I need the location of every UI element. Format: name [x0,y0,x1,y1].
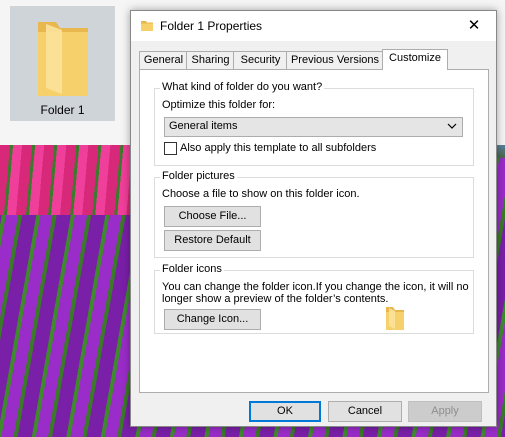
tab-security[interactable]: Security [233,51,288,69]
folder-icon [141,20,153,34]
close-button[interactable]: ✕ [452,11,496,41]
properties-dialog: Folder 1 Properties ✕ General Sharing Se… [130,10,497,427]
tab-label: General [143,54,184,66]
icons-description-line-2: longer show a preview of the folder’s co… [162,293,389,305]
group-legend: Folder pictures [160,170,237,182]
desktop-folder-icon[interactable]: Folder 1 [10,6,115,121]
icons-description-line-1: You can change the folder icon.If you ch… [162,281,469,293]
folder-icon [36,18,90,101]
tab-label: Previous Versions [290,54,380,66]
tab-sharing[interactable]: Sharing [186,51,235,69]
tab-general[interactable]: General [139,51,188,69]
choose-file-button[interactable]: Choose File... [164,206,261,227]
apply-button: Apply [408,401,482,422]
ok-button[interactable]: OK [249,401,321,422]
folder-pictures-group: Folder pictures Choose a file to show on… [154,170,474,258]
tab-label: Sharing [191,54,230,66]
cancel-button[interactable]: Cancel [328,401,402,422]
customize-panel: What kind of folder do you want? Optimiz… [139,69,489,393]
close-icon: ✕ [467,17,481,34]
optimize-label: Optimize this folder for: [162,99,276,111]
apply-subfolders-checkbox[interactable] [164,142,177,155]
tab-previous-versions[interactable]: Previous Versions [286,51,384,69]
tab-label: Customize [389,52,441,64]
tab-customize[interactable]: Customize [382,49,448,70]
group-legend: What kind of folder do you want? [160,81,325,93]
pictures-description: Choose a file to show on this folder ico… [162,188,360,200]
folder-icons-group: Folder icons You can change the folder i… [154,263,474,334]
optimize-dropdown[interactable]: General items [164,117,463,137]
restore-default-button[interactable]: Restore Default [164,230,261,251]
dropdown-value: General items [169,120,238,132]
folder-type-group: What kind of folder do you want? Optimiz… [154,81,474,166]
group-legend: Folder icons [160,263,224,275]
folder-preview-icon [385,305,405,334]
chevron-down-icon [447,119,457,136]
apply-subfolders-label: Also apply this template to all subfolde… [180,142,377,154]
title-bar: Folder 1 Properties ✕ [131,11,496,41]
dialog-title: Folder 1 Properties [160,19,263,33]
desktop-folder-label: Folder 1 [40,103,85,117]
change-icon-button[interactable]: Change Icon... [164,309,261,330]
tab-label: Security [240,54,281,66]
